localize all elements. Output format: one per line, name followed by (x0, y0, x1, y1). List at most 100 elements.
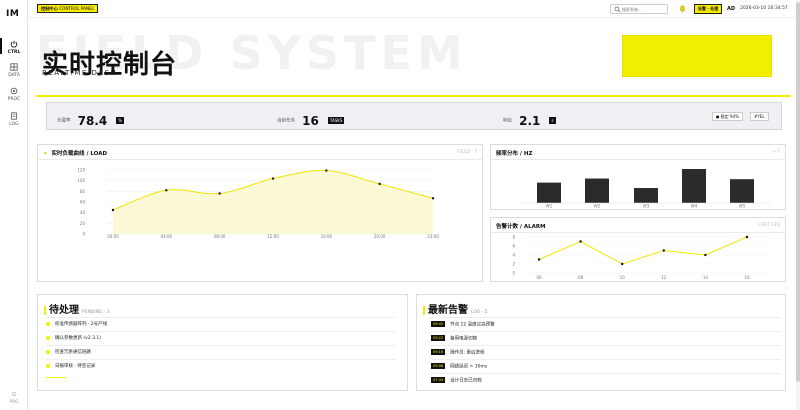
stat-label: 响应 (503, 118, 512, 124)
alert-time: 09:22 (431, 335, 446, 341)
scrollbar-thumb[interactable] (796, 2, 800, 382)
avatar[interactable]: AD (725, 3, 737, 15)
data-point (662, 249, 665, 252)
task-text: 日报审核 · 待签记录 (55, 364, 96, 369)
x-tick-label: 16:00 (321, 234, 333, 239)
alert-time: 09:42 (431, 321, 446, 327)
data-point (579, 240, 582, 243)
tasks-header: 待处理 PENDING · 3 (44, 301, 110, 316)
bar (682, 169, 706, 203)
sidebar-item-label: CTRL (7, 50, 21, 55)
alert-text: 网络延迟 > 30ms (450, 364, 488, 370)
task-text: 确认参数更新 (v2.3.1) (55, 336, 102, 341)
list-item[interactable]: 07:44 设计日志已归档 (431, 377, 482, 384)
sidebar-item-label: DATA (8, 73, 20, 78)
accent-bar (423, 305, 425, 315)
x-tick-label: 16 (744, 275, 750, 280)
accent-bar (44, 305, 46, 315)
x-tick-label: 23:00 (427, 234, 439, 239)
list-item[interactable]: 确认参数更新 (v2.3.1) (46, 335, 101, 341)
accent-underline (46, 377, 66, 378)
search-box[interactable] (610, 4, 668, 14)
x-tick-label: 14 (703, 275, 709, 280)
y-tick-label: 40 (80, 210, 86, 215)
alert-text: 操作员: 重启进程 (450, 350, 485, 356)
list-item[interactable]: 检查冗余通信链路 (46, 349, 91, 355)
x-tick-label: 08:00 (214, 234, 226, 239)
scrollbar[interactable] (796, 0, 800, 410)
bullet-icon (46, 335, 50, 340)
sidebar-item-label: LOG (9, 122, 19, 127)
sidebar-item-proc[interactable]: PROC (0, 87, 28, 102)
divider (46, 359, 396, 360)
topbar: 控制中心 CONTROL PANEL 告警 · 处理 AD 2026-03-10… (28, 0, 800, 18)
list-item[interactable]: 09:42 节点 12 温度过高预警 (431, 321, 495, 328)
task-text: 校准传感器阵列 · 2号产线 (55, 322, 108, 327)
sidebar-item-data[interactable]: DATA (0, 63, 28, 78)
search-icon (614, 6, 621, 13)
divider (431, 317, 781, 318)
app-logo: IM (6, 9, 20, 19)
data-point (218, 192, 221, 195)
data-point (325, 169, 328, 172)
alerts-card: 最新告警 LOG · 5 09:42 节点 12 温度过高预警 09:22 备用电源切… (416, 294, 786, 391)
data-point (621, 262, 624, 266)
alerts-header: 最新告警 LOG · 5 (423, 301, 488, 316)
stat-label: 负载率 (57, 118, 71, 124)
stat-unit-badge: s (549, 117, 556, 124)
x-tick-label: 08 (578, 275, 584, 280)
stat-unit-badge: % (116, 117, 125, 124)
stats-bar: 负载率 78.4 % 当前任务 16 TASKS 响应 2.1 s ● 稳定 9… (46, 102, 782, 130)
x-tick-label: 10 (620, 275, 626, 280)
breadcrumb-title: 控制中心 (41, 6, 58, 11)
alerts-title: 最新告警 (428, 305, 468, 316)
data-point (271, 177, 275, 180)
list-item[interactable]: 日报审核 · 待签记录 (46, 363, 95, 369)
bar (585, 178, 609, 203)
page-subtitle: REALTIME DASH (42, 69, 118, 77)
data-point (745, 235, 749, 239)
x-tick-label: 12:00 (267, 234, 279, 239)
sidebar: IM CTRL DATA PROC LOG PRO (0, 0, 28, 410)
alert-text: 备用电源切换 (450, 336, 478, 342)
y-tick-label: 8 (512, 235, 515, 240)
load-area (113, 170, 433, 234)
stat-load: 负载率 78.4 % (57, 110, 125, 129)
stat-value: 2.1 (519, 113, 541, 128)
bell-icon[interactable] (678, 4, 687, 13)
stat-tasks: 当前任务 16 TASKS (277, 110, 345, 129)
sidebar-item-log[interactable]: LOG (0, 112, 28, 127)
y-tick-label: 0 (82, 232, 85, 237)
stat-label: 当前任务 (277, 118, 295, 124)
list-item[interactable]: 09:22 备用电源切换 (431, 335, 477, 342)
hero-accent-block (622, 35, 772, 77)
y-tick-label: 80 (80, 189, 86, 194)
alarm-action-button[interactable]: 告警 · 处理 (694, 4, 723, 14)
x-tick-label: W1 (546, 204, 553, 209)
x-tick-label: W5 (739, 204, 746, 209)
divider (46, 331, 396, 332)
breadcrumb-subtitle: CONTROL PANEL (59, 6, 95, 11)
data-point (431, 197, 435, 200)
bullet-icon (46, 363, 50, 368)
y-tick-label: 20 (80, 221, 86, 226)
sidebar-footer-label: PRO (9, 399, 19, 404)
sidebar-item-ctrl[interactable]: CTRL (0, 38, 28, 55)
breadcrumb[interactable]: 控制中心 CONTROL PANEL (37, 4, 99, 13)
search-input[interactable] (622, 6, 666, 13)
list-item[interactable]: 校准传感器阵列 · 2号产线 (46, 321, 107, 327)
load-chart-card: ✦ 实时负载曲线 / LOAD FIELD · 7 0 20 40 60 80 100 12… (37, 144, 483, 282)
task-text: 检查冗余通信链路 (55, 350, 91, 355)
y-tick-label: 100 (77, 178, 85, 183)
list-item[interactable]: 09:08 网络延迟 > 30ms (431, 363, 487, 370)
list-item[interactable]: 09:16 操作员: 重启进程 (431, 349, 485, 356)
data-point (165, 189, 168, 192)
x-tick-label: W4 (691, 204, 698, 209)
x-tick-label: 12 (661, 275, 667, 280)
tag-chip[interactable]: #YEL (750, 112, 769, 121)
sidebar-item-label: PROC (7, 97, 21, 102)
alert-text: 设计日志已归档 (450, 378, 482, 384)
stability-chip[interactable]: ● 稳定 94% (712, 112, 743, 121)
x-tick-label: 00:00 (107, 234, 119, 239)
tasks-card: 待处理 PENDING · 3 校准传感器阵列 · 2号产线 确认参数更新 (v2… (37, 294, 408, 391)
